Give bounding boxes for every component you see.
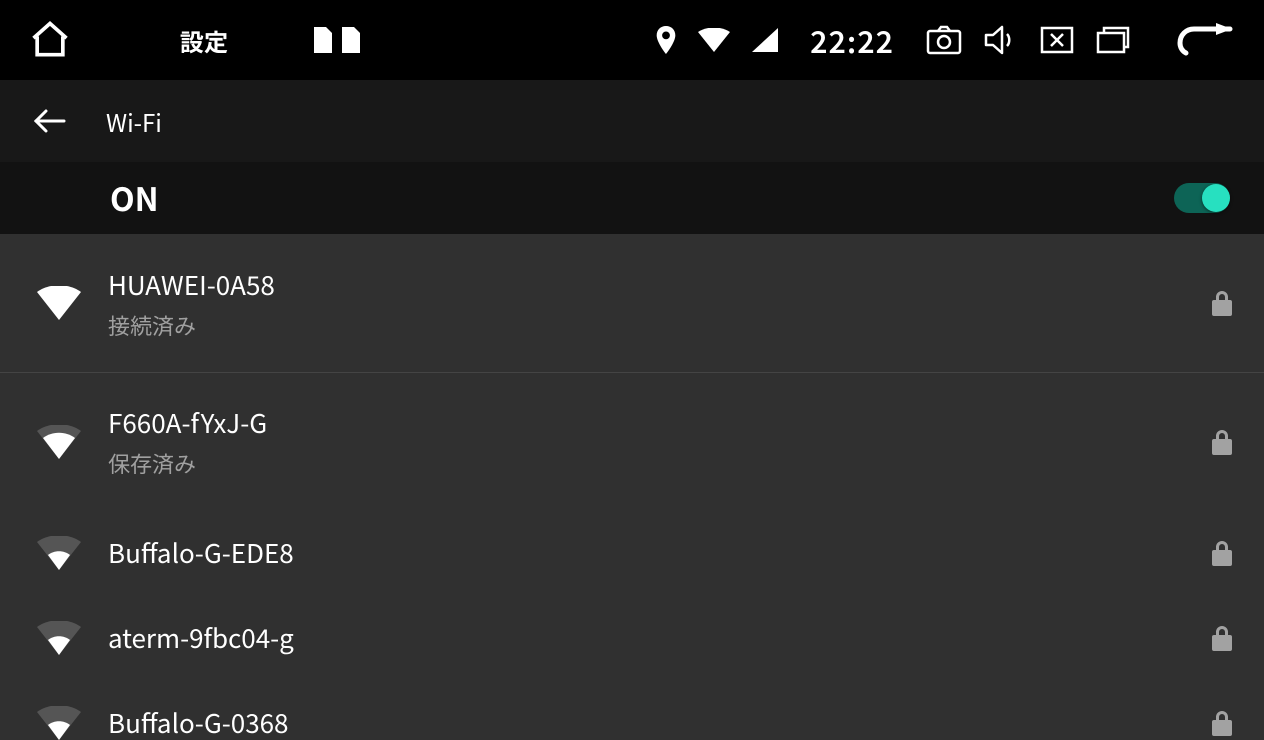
- status-bar: 設定 22:22: [0, 0, 1264, 80]
- wifi-status: 保存済み: [108, 447, 267, 479]
- page-header: Wi-Fi: [0, 80, 1264, 162]
- wifi-status-icon: [698, 28, 730, 52]
- wifi-toggle-row[interactable]: ON: [0, 162, 1264, 234]
- lock-icon: [1212, 625, 1232, 651]
- wifi-network-row[interactable]: Buffalo-G-0368: [0, 680, 1264, 740]
- wifi-toggle-switch[interactable]: [1174, 183, 1230, 213]
- wifi-signal-icon: [24, 425, 94, 459]
- wifi-network-row[interactable]: aterm-9fbc04-g: [0, 595, 1264, 680]
- wifi-toggle-label: ON: [110, 175, 159, 221]
- wifi-ssid: Buffalo-G-EDE8: [108, 534, 294, 571]
- wifi-ssid: Buffalo-G-0368: [108, 704, 289, 740]
- camera-icon[interactable]: [926, 25, 962, 55]
- signal-icon: [752, 28, 778, 52]
- wifi-signal-icon: [24, 536, 94, 570]
- wifi-signal-icon: [24, 286, 94, 320]
- wifi-network-row[interactable]: Buffalo-G-EDE8: [0, 510, 1264, 595]
- back-system-icon[interactable]: [1176, 23, 1234, 57]
- volume-icon[interactable]: [984, 25, 1018, 55]
- recent-apps-icon[interactable]: [1096, 26, 1130, 54]
- lock-icon: [1212, 429, 1232, 455]
- location-icon: [656, 26, 676, 54]
- back-arrow-icon[interactable]: [32, 107, 66, 135]
- sd-cards-icon: [312, 27, 360, 53]
- lock-icon: [1212, 290, 1232, 316]
- lock-icon: [1212, 540, 1232, 566]
- status-clock: 22:22: [810, 18, 894, 62]
- home-icon[interactable]: [28, 18, 72, 62]
- wifi-ssid: F660A-fYxJ-G: [108, 404, 267, 441]
- close-app-icon[interactable]: [1040, 26, 1074, 54]
- wifi-signal-icon: [24, 706, 94, 740]
- wifi-network-row[interactable]: F660A-fYxJ-G 保存済み: [0, 372, 1264, 510]
- wifi-ssid: HUAWEI-0A58: [108, 266, 275, 303]
- wifi-ssid: aterm-9fbc04-g: [108, 619, 294, 656]
- wifi-status: 接続済み: [108, 309, 275, 341]
- wifi-network-row[interactable]: HUAWEI-0A58 接続済み: [0, 234, 1264, 372]
- wifi-network-list: HUAWEI-0A58 接続済み F660A-fYxJ-G 保存済み: [0, 234, 1264, 740]
- lock-icon: [1212, 710, 1232, 736]
- wifi-signal-icon: [24, 621, 94, 655]
- page-title: Wi-Fi: [106, 104, 162, 139]
- status-app-title: 設定: [180, 23, 228, 58]
